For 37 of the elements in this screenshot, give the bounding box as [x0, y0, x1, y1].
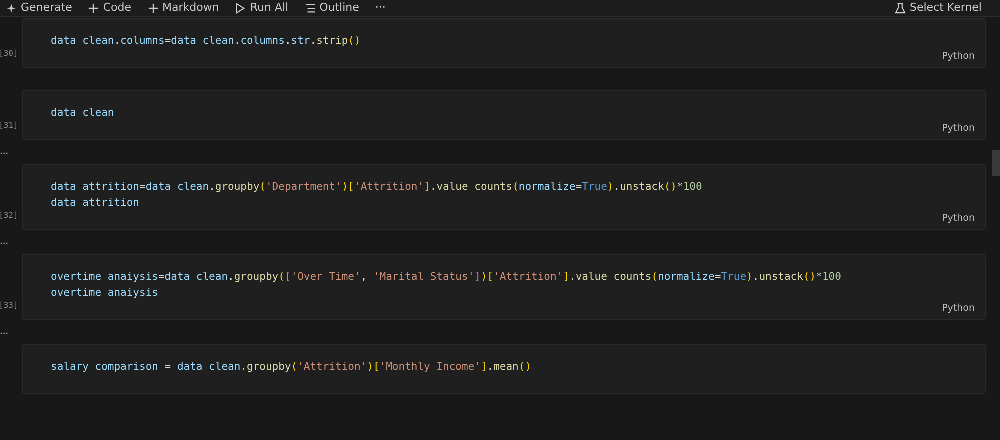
language-label[interactable]: Python — [942, 303, 975, 317]
code-line: overtime_anaiysis=data_clean.groupby(['Over Time', 'Marital Status'])['Attrition'].value_counts(normalize=True).unstack()*100 — [51, 270, 842, 285]
execution-count: [30] — [0, 49, 18, 58]
language-label[interactable]: Python — [942, 123, 975, 137]
toolbar-button[interactable]: Generate — [0, 1, 78, 15]
toolbar-button[interactable]: Run All — [229, 1, 295, 15]
code-line: salary_comparison = data_clean.groupby('Attrition')['Monthly Income'].mean() — [51, 360, 533, 375]
sparkle-icon — [6, 2, 17, 14]
execution-count: [32] — [0, 211, 18, 220]
select-kernel-button[interactable]: Select Kernel — [889, 1, 988, 15]
execution-count: [31] — [0, 121, 18, 130]
code-cell[interactable]: data_clean Python — [22, 90, 986, 140]
code-line: data_attrition=data_clean.groupby('Department')['Attrition'].value_counts(normalize=True).unstack()*100 — [51, 180, 704, 195]
code-line: data_attrition — [51, 196, 141, 211]
plus-icon — [88, 2, 100, 14]
toolbar-button[interactable]: ··· — [369, 1, 392, 15]
run-icon — [235, 2, 246, 14]
scrollbar-thumb[interactable] — [992, 150, 1000, 176]
kernel-icon — [895, 2, 906, 14]
code-cell[interactable]: data_attrition=data_clean.groupby('Department')['Attrition'].value_counts(normalize=True).unstack()*100 data_attrition Python — [22, 164, 986, 230]
code-cell[interactable]: salary_comparison = data_clean.groupby('Attrition')['Monthly Income'].mean() — [22, 344, 986, 394]
code-cell[interactable]: data_clean.columns=data_clean.columns.str.strip() Python — [22, 18, 986, 68]
execution-count: [33] — [0, 301, 18, 310]
code-cell[interactable]: overtime_anaiysis=data_clean.groupby(['Over Time', 'Marital Status'])['Attrition'].value_counts(normalize=True).unstack()*100 overtime_anaiysis Python — [22, 254, 986, 320]
list-icon — [304, 2, 316, 14]
toolbar-button[interactable]: Code — [82, 1, 138, 15]
code-line: overtime_anaiysis — [51, 286, 160, 301]
output-ellipsis[interactable]: ... — [0, 327, 9, 337]
plus-icon — [148, 2, 159, 14]
code-line: data_clean — [51, 106, 116, 121]
language-label[interactable]: Python — [942, 213, 975, 227]
code-line: data_clean.columns=data_clean.columns.str.strip() — [51, 34, 362, 49]
toolbar-button[interactable]: Markdown — [142, 1, 226, 15]
language-label[interactable]: Python — [942, 51, 975, 65]
toolbar-button[interactable]: Outline — [298, 1, 366, 15]
output-ellipsis[interactable]: ... — [0, 147, 9, 157]
output-ellipsis[interactable]: ... — [0, 237, 9, 247]
